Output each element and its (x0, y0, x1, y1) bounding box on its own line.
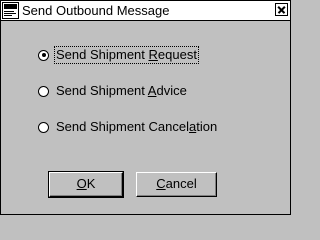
option-label: Send Shipment Cancelation (56, 119, 218, 134)
ok-button[interactable]: OK (48, 171, 124, 198)
app-logo-icon[interactable] (2, 2, 19, 19)
option-send-shipment-advice[interactable]: Send Shipment Advice (38, 82, 188, 100)
option-send-shipment-request[interactable]: Send Shipment Request (38, 46, 199, 64)
option-label: Send Shipment Request (54, 46, 199, 64)
radio-button-selected[interactable] (38, 49, 49, 61)
option-label: Send Shipment Advice (56, 83, 187, 98)
radio-button[interactable] (38, 85, 49, 97)
send-outbound-message-dialog: Send Outbound Message Send Shipment Requ… (0, 0, 291, 215)
radio-button[interactable] (38, 121, 49, 133)
title-bar[interactable]: Send Outbound Message (1, 1, 290, 21)
option-send-shipment-cancelation[interactable]: Send Shipment Cancelation (38, 118, 218, 136)
window-title: Send Outbound Message (22, 3, 170, 18)
cancel-button[interactable]: Cancel (136, 172, 217, 197)
close-icon[interactable] (275, 3, 288, 16)
